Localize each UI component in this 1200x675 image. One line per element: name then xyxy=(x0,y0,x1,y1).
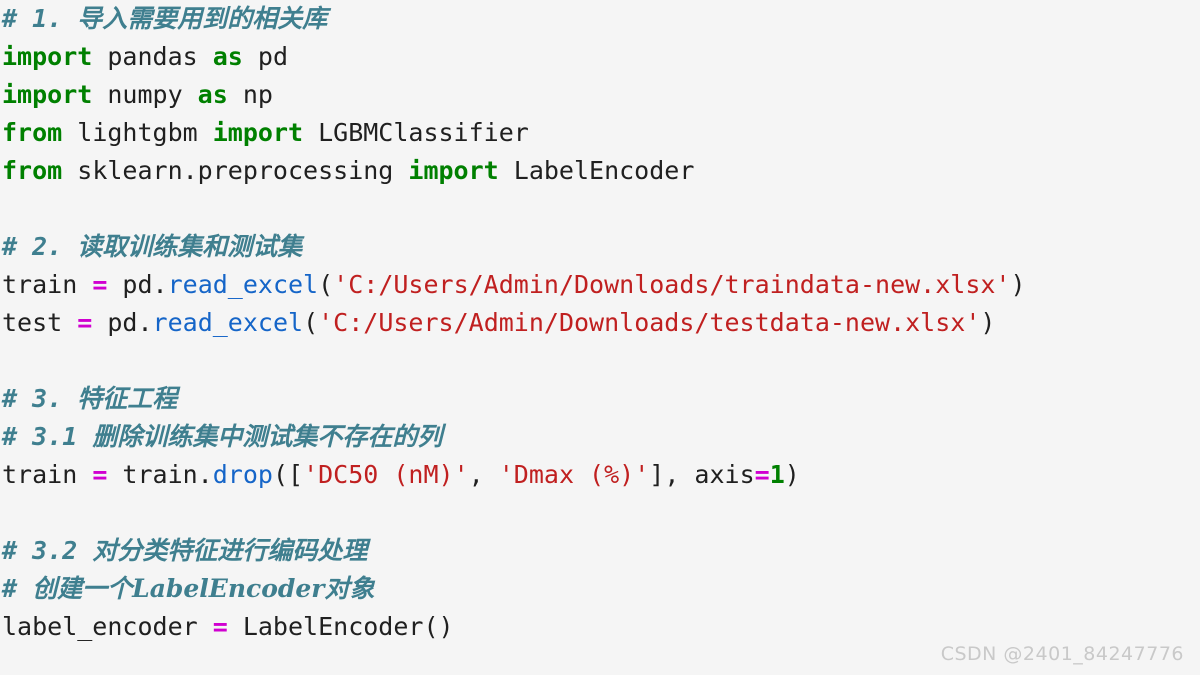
code-line-comment[interactable]: # 3.1 删除训练集中测试集不存在的列 xyxy=(0,418,1200,456)
token-punct: , xyxy=(468,460,499,489)
token-keyword: as xyxy=(212,42,243,71)
code-line-comment[interactable]: # 3. 特征工程 xyxy=(0,380,1200,418)
token-plain: pandas xyxy=(92,42,213,71)
token-string: 'DC50 (nM)' xyxy=(303,460,469,489)
code-line-comment[interactable]: # 2. 读取训练集和测试集 xyxy=(0,228,1200,266)
comment-marker: # 3.2 xyxy=(2,536,93,565)
code-line[interactable]: label_encoder = LabelEncoder() xyxy=(0,608,1200,646)
code-line[interactable]: import pandas as pd xyxy=(0,38,1200,76)
code-line[interactable]: from lightgbm import LGBMClassifier xyxy=(0,114,1200,152)
token-operator: = xyxy=(92,270,108,299)
token-punct: ( xyxy=(303,308,319,337)
csdn-watermark: CSDN @2401_84247776 xyxy=(940,643,1184,665)
token-plain: train xyxy=(2,270,93,299)
token-plain: numpy xyxy=(92,80,198,109)
token-plain: axis xyxy=(694,460,755,489)
token-plain: LabelEncoder() xyxy=(227,612,454,641)
token-punct: ) xyxy=(1010,270,1026,299)
code-lines-container[interactable]: # 1. 导入需要用到的相关库 import pandas as pd import… xyxy=(0,0,1200,646)
token-string: 'C:/Users/Admin/Downloads/testdata-new.x… xyxy=(318,308,981,337)
token-plain: LabelEncoder xyxy=(498,156,695,185)
token-plain: lightgbm xyxy=(62,118,213,147)
comment-text: 删除训练集中测试集不存在的列 xyxy=(92,422,443,451)
token-plain: label_encoder xyxy=(2,612,213,641)
comment-text: 读取训练集和测试集 xyxy=(77,232,303,261)
comment-marker: # 2. xyxy=(2,232,78,261)
token-punct: ( xyxy=(318,270,334,299)
token-punct: ) xyxy=(784,460,800,489)
token-number: 1 xyxy=(769,460,785,489)
token-punct: ], xyxy=(649,460,695,489)
token-plain: sklearn.preprocessing xyxy=(62,156,409,185)
code-line[interactable]: train = train.drop(['DC50 (nM)', 'Dmax (… xyxy=(0,456,1200,494)
code-line[interactable]: import numpy as np xyxy=(0,76,1200,114)
code-line[interactable]: test = pd.read_excel('C:/Users/Admin/Dow… xyxy=(0,304,1200,342)
token-plain: LGBMClassifier xyxy=(303,118,529,147)
token-keyword: import xyxy=(408,156,499,185)
comment-text: 特征工程 xyxy=(77,384,178,413)
comment-marker: # 3.1 xyxy=(2,422,93,451)
token-keyword: as xyxy=(197,80,228,109)
code-line[interactable]: from sklearn.preprocessing import LabelE… xyxy=(0,152,1200,190)
token-plain: np xyxy=(227,80,273,109)
code-line[interactable]: train = pd.read_excel('C:/Users/Admin/Do… xyxy=(0,266,1200,304)
comment-marker: # xyxy=(2,574,33,603)
comment-text: 对分类特征进行编码处理 xyxy=(92,536,368,565)
token-operator: = xyxy=(77,308,93,337)
comment-marker: # 1. xyxy=(2,4,78,33)
token-keyword: from xyxy=(2,156,63,185)
comment-text: 创建一个LabelEncoder对象 xyxy=(32,574,375,603)
token-plain: train. xyxy=(107,460,213,489)
token-string: 'C:/Users/Admin/Downloads/traindata-new.… xyxy=(333,270,1011,299)
code-line-comment[interactable]: # 1. 导入需要用到的相关库 xyxy=(0,0,1200,38)
token-operator: = xyxy=(212,612,228,641)
token-func: drop xyxy=(212,460,273,489)
code-line-comment[interactable]: # 3.2 对分类特征进行编码处理 xyxy=(0,532,1200,570)
token-keyword: import xyxy=(2,80,93,109)
token-plain: train xyxy=(2,460,93,489)
token-operator: = xyxy=(92,460,108,489)
token-plain: pd xyxy=(242,42,288,71)
token-keyword: from xyxy=(2,118,63,147)
comment-text: 导入需要用到的相关库 xyxy=(77,4,328,33)
comment-marker: # 3. xyxy=(2,384,78,413)
token-keyword: import xyxy=(212,118,304,147)
code-line-comment[interactable]: # 创建一个LabelEncoder对象 xyxy=(0,570,1200,608)
token-plain: pd. xyxy=(107,270,168,299)
token-plain: test xyxy=(2,308,78,337)
token-operator: = xyxy=(754,460,770,489)
token-plain: pd. xyxy=(92,308,153,337)
token-func: read_excel xyxy=(152,308,304,337)
token-string: 'Dmax (%)' xyxy=(498,460,650,489)
token-punct: ) xyxy=(980,308,996,337)
token-func: read_excel xyxy=(167,270,319,299)
token-punct: ([ xyxy=(272,460,304,489)
code-listing[interactable]: # 1. 导入需要用到的相关库 import pandas as pd import… xyxy=(0,0,1200,675)
token-keyword: import xyxy=(2,42,93,71)
